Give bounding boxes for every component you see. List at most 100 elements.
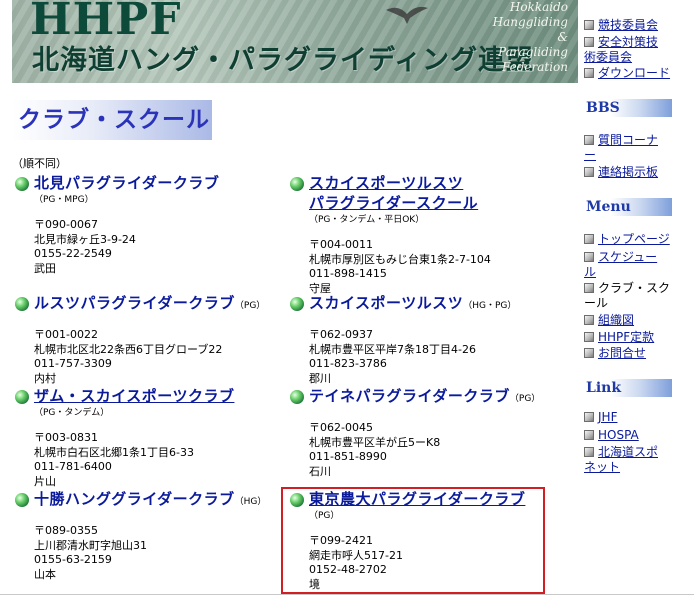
club-name: ルスツパラグライダークラブ [34, 294, 235, 312]
sidebar-heading-link: Link [584, 379, 672, 397]
bullet-icon [15, 493, 29, 507]
club-postal: 〒062-0045 [309, 421, 373, 434]
club-entry: スカイスポーツルスツ（HG・PG） 〒062-0937 札幌市豊平区平岸7条18… [287, 294, 557, 386]
sidebar-link-top[interactable]: トップページ [584, 232, 670, 247]
club-entry: 北見パラグライダークラブ （PG・MPG） 〒090-0067 北見市緑ヶ丘3-… [12, 174, 282, 276]
club-postal: 〒090-0067 [34, 218, 98, 231]
sidebar-link-label: 組織図 [598, 313, 635, 327]
sidebar-link-label: お問合せ [598, 346, 647, 360]
club-phone: 011-757-3309 [34, 357, 112, 370]
sidebar-link-label: ネット [584, 460, 621, 474]
club-phone: 011-781-6400 [34, 460, 112, 473]
sidebar-heading-menu: Menu [584, 198, 672, 216]
club-phone: 0152-48-2702 [309, 563, 387, 576]
club-postal: 〒089-0355 [34, 524, 98, 537]
club-address: 札幌市厚別区もみじ台東1条2-7-104 [309, 252, 491, 266]
sidebar-item-clubs-current-cont: ール [584, 296, 608, 311]
sidebar-link-safety-cont[interactable]: 術委員会 [584, 50, 632, 65]
sidebar-link-label: 競技委員会 [598, 18, 659, 32]
club-tag: （HG） [234, 497, 267, 507]
sidebar-link-label: 安全対策技 [598, 35, 659, 49]
club-tag: （PG） [234, 301, 266, 311]
club-address: 札幌市白石区北郷1条1丁目6-33 [34, 445, 194, 459]
banner-script-line: Hokkaido [509, 0, 568, 14]
club-postal: 〒062-0937 [309, 328, 373, 341]
square-bullet-icon [584, 412, 594, 422]
banner-script-line: & [557, 30, 568, 44]
sidebar-link-questions-cont[interactable]: ー [584, 148, 596, 163]
sidebar-link-label: ー [584, 148, 597, 162]
club-contact: 武田 [34, 261, 56, 275]
bullet-icon [290, 297, 304, 311]
club-postal: 〒004-0011 [309, 238, 373, 251]
square-bullet-icon [584, 167, 594, 177]
club-name-link[interactable]: ザム・スカイスポーツクラブ [34, 387, 234, 405]
club-phone: 0155-22-2549 [34, 247, 112, 260]
square-bullet-icon [584, 20, 594, 30]
club-name: 十勝ハンググライダークラブ [34, 490, 235, 508]
club-tag: （PG・タンデム・平日OK） [309, 215, 425, 225]
sidebar-link-contact[interactable]: お問合せ [584, 346, 646, 361]
sidebar-link-articles[interactable]: HHPF定款 [584, 330, 654, 345]
sidebar-link-label: スケジュー [598, 250, 658, 264]
club-tag: （PG・MPG） [34, 195, 94, 205]
club-contact: 片山 [34, 474, 56, 488]
sidebar-link-jhf[interactable]: JHF [584, 410, 617, 425]
club-name: スカイスポーツルスツ [309, 294, 464, 312]
club-name: 北見パラグライダークラブ [34, 174, 220, 192]
square-bullet-icon [584, 348, 594, 358]
sidebar-link-label: HHPF定款 [598, 330, 655, 344]
square-bullet-icon [584, 234, 594, 244]
order-note: （順不同） [12, 157, 67, 170]
club-entry: 十勝ハンググライダークラブ（HG） 〒089-0355 上川郡清水町字旭山31 … [12, 490, 282, 582]
club-postal: 〒001-0022 [34, 328, 98, 341]
sidebar-link-board[interactable]: 連絡掲示板 [584, 165, 658, 180]
sidebar-link-label: 連絡掲示板 [598, 165, 659, 179]
club-name-link[interactable]: 東京農大パラグライダークラブ [309, 490, 525, 508]
eagle-icon [386, 6, 428, 24]
header-banner: HHPF 北海道ハング・パラグライディング連盟 Hokkaido Hanggli… [12, 0, 578, 83]
club-entry: スカイスポーツルスツ パラグライダースクール （PG・タンデム・平日OK） 〒0… [287, 174, 557, 296]
club-name-link[interactable]: パラグライダースクール [309, 194, 478, 212]
club-contact: 郡川 [309, 371, 331, 385]
club-entry: ザム・スカイスポーツクラブ （PG・タンデム） 〒003-0831 札幌市白石区… [12, 387, 282, 489]
banner-script-line: Federation [501, 60, 568, 74]
banner-script-line: Paragliding [498, 45, 568, 59]
sidebar-link-schedule-cont[interactable]: ル [584, 265, 596, 280]
banner-script: Hokkaido Hanggliding & Paragliding Feder… [488, 0, 568, 75]
sidebar-link-hokkaido-sports[interactable]: 北海道スポ [584, 445, 658, 460]
sidebar-link-label: 術委員会 [584, 50, 633, 64]
sidebar-link-download[interactable]: ダウンロード [584, 66, 670, 81]
club-address: 網走市呼人517-21 [309, 548, 403, 562]
sidebar-link-hokkaido-sports-cont[interactable]: ネット [584, 460, 620, 475]
sidebar-link-org[interactable]: 組織図 [584, 313, 634, 328]
square-bullet-icon [584, 447, 594, 457]
banner-logo-jp: 北海道ハング・パラグライディング連盟 [32, 45, 535, 76]
square-bullet-icon [584, 315, 594, 325]
club-name-link[interactable]: スカイスポーツルスツ [309, 174, 463, 192]
banner-script-line: Hanggliding [492, 15, 568, 29]
sidebar-heading-bbs: BBS [584, 99, 672, 117]
square-bullet-icon [584, 37, 594, 47]
club-tag: （PG） [509, 394, 541, 404]
sidebar-link-label: JHF [598, 410, 618, 424]
square-bullet-icon [584, 68, 594, 78]
page-title: クラブ・スクール [12, 100, 212, 140]
club-phone: 011-898-1415 [309, 267, 387, 280]
bullet-icon [290, 390, 304, 404]
club-contact: 山本 [34, 567, 56, 581]
sidebar-link-safety[interactable]: 安全対策技 [584, 35, 658, 50]
sidebar-link-competition[interactable]: 競技委員会 [584, 18, 658, 33]
sidebar-link-schedule[interactable]: スケジュー [584, 250, 657, 265]
club-postal: 〒003-0831 [34, 431, 98, 444]
sidebar-link-questions[interactable]: 質問コーナ [584, 133, 658, 148]
club-contact: 石川 [309, 464, 331, 478]
sidebar-link-label: トップページ [598, 232, 670, 246]
square-bullet-icon [584, 252, 594, 262]
club-address: 北見市緑ヶ丘3-9-24 [34, 232, 136, 246]
square-bullet-icon [584, 332, 594, 342]
bottom-divider [0, 594, 694, 595]
sidebar-link-hospa[interactable]: HOSPA [584, 428, 639, 443]
club-phone: 011-823-3786 [309, 357, 387, 370]
sidebar-link-label: ール [584, 296, 609, 310]
